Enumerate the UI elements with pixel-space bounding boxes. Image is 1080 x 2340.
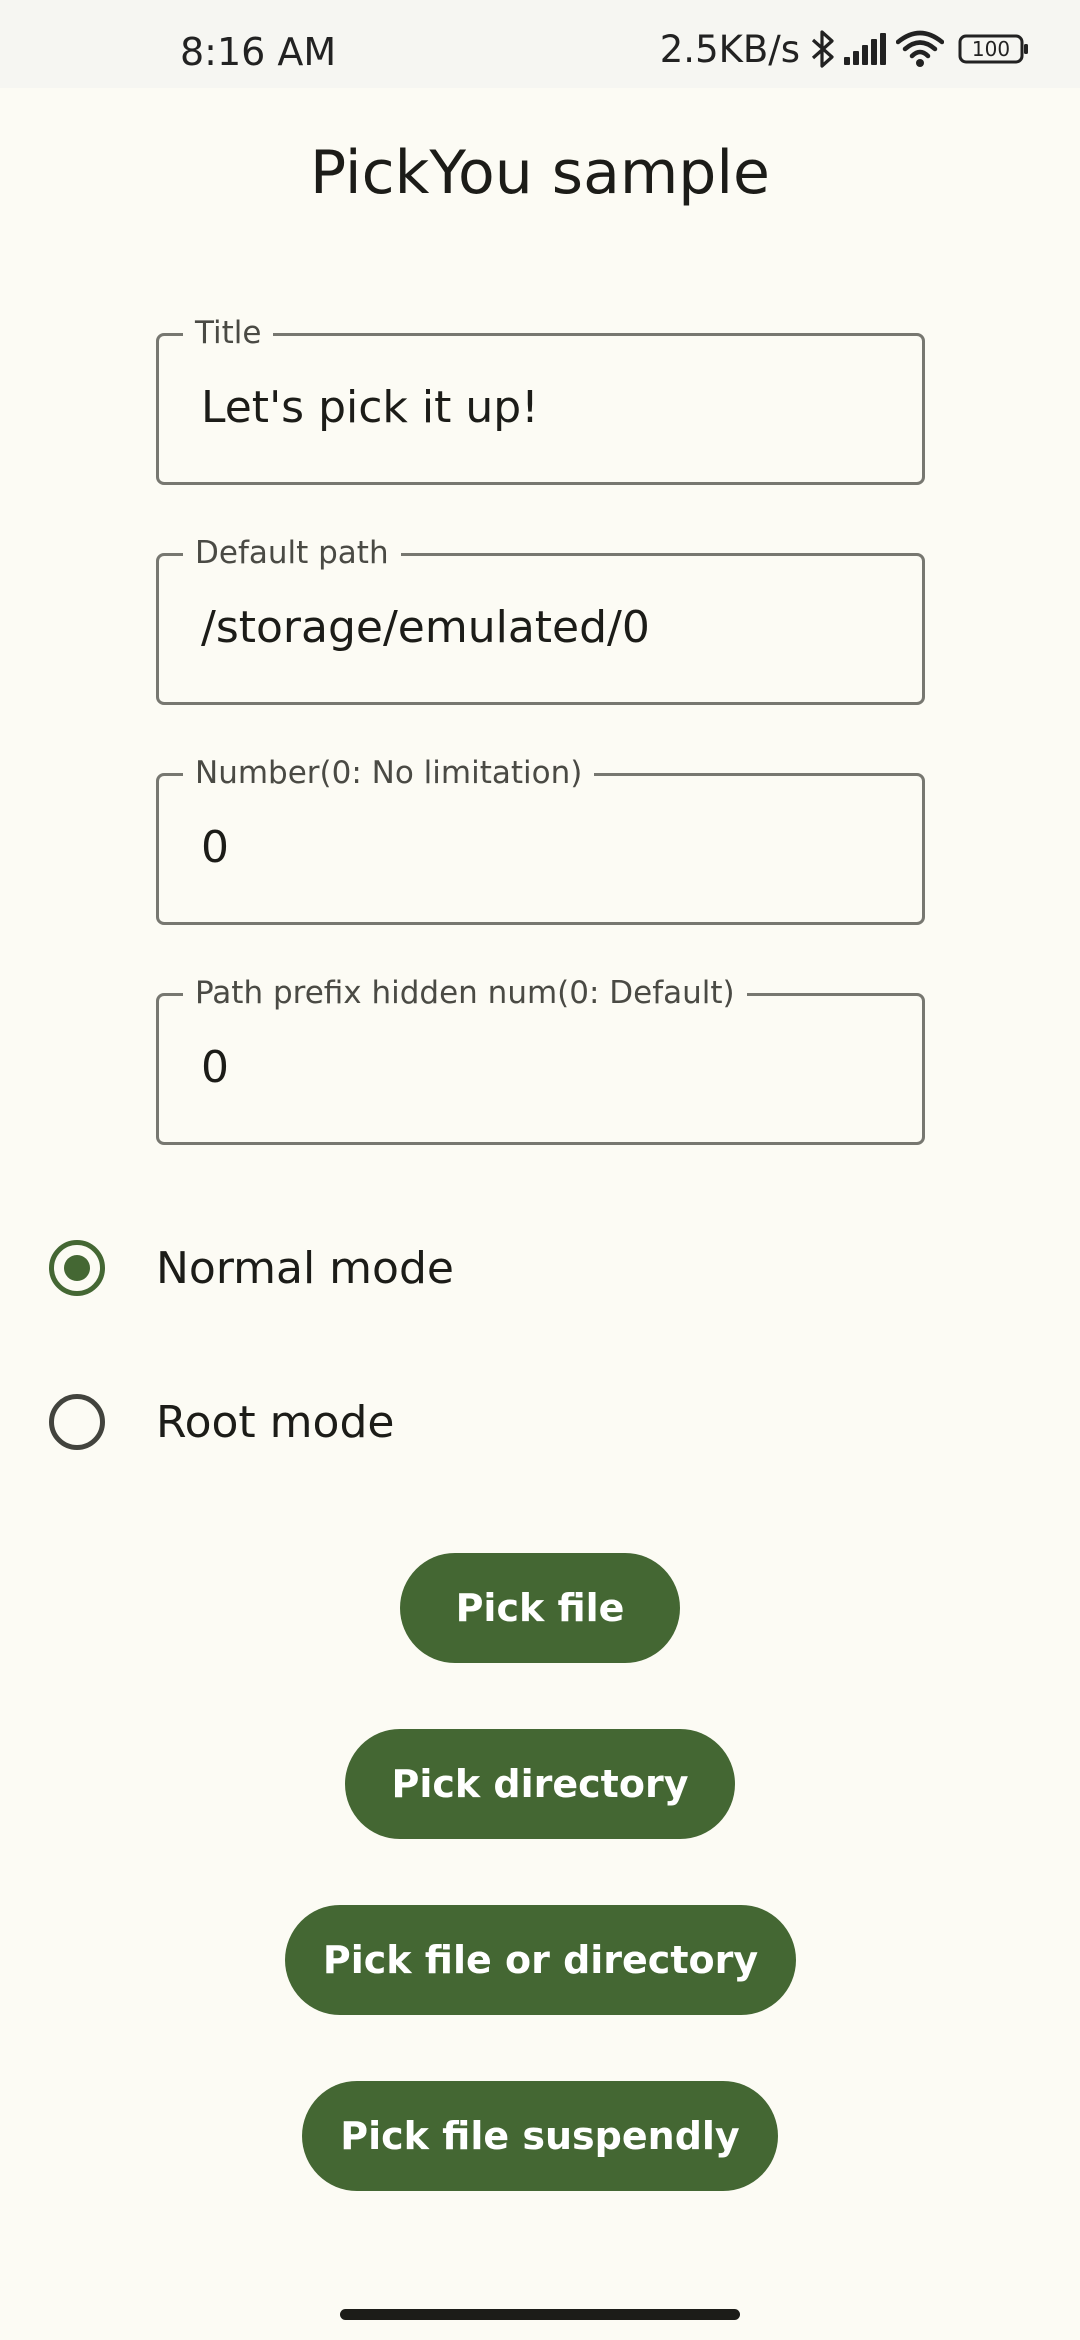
root-mode-radio[interactable]: [49, 1394, 105, 1450]
status-bar: 8:16 AM 2.5KB/s 100: [0, 0, 1080, 88]
page-title: PickYou sample: [310, 138, 770, 208]
normal-mode-option[interactable]: Normal mode: [0, 1213, 1080, 1323]
root-mode-label: Root mode: [156, 1396, 395, 1448]
number-field[interactable]: Number(0: No limitation) 0: [156, 752, 925, 925]
title-field-label: Title: [183, 312, 274, 354]
battery-icon: 100: [958, 33, 1030, 65]
navigation-handle[interactable]: [340, 2309, 740, 2320]
default-path-field[interactable]: Default path /storage/emulated/0: [156, 532, 925, 705]
wifi-icon: [896, 30, 944, 68]
title-field[interactable]: Title Let's pick it up!: [156, 312, 925, 485]
root-mode-option[interactable]: Root mode: [0, 1367, 1080, 1477]
network-speed: 2.5KB/s: [659, 27, 800, 71]
number-field-value[interactable]: 0: [201, 822, 229, 873]
pick-file-suspendly-button[interactable]: Pick file suspendly: [302, 2081, 778, 2191]
status-icons: 2.5KB/s 100: [659, 27, 1030, 71]
prefix-hidden-field-value[interactable]: 0: [201, 1042, 229, 1093]
number-field-label: Number(0: No limitation): [183, 752, 595, 794]
battery-level: 100: [971, 37, 1011, 61]
normal-mode-label: Normal mode: [156, 1242, 454, 1294]
default-path-field-value[interactable]: /storage/emulated/0: [201, 602, 650, 653]
title-field-value[interactable]: Let's pick it up!: [201, 382, 539, 433]
signal-icon: [842, 31, 890, 67]
pick-file-button[interactable]: Pick file: [400, 1553, 680, 1663]
prefix-hidden-field-label: Path prefix hidden num(0: Default): [183, 972, 747, 1014]
normal-mode-radio[interactable]: [49, 1240, 105, 1296]
bluetooth-icon: [810, 29, 836, 69]
radio-selected-dot: [64, 1255, 90, 1281]
status-time: 8:16 AM: [180, 30, 337, 74]
pick-file-or-directory-button[interactable]: Pick file or directory: [285, 1905, 796, 2015]
prefix-hidden-field[interactable]: Path prefix hidden num(0: Default) 0: [156, 972, 925, 1145]
pick-directory-button[interactable]: Pick directory: [345, 1729, 735, 1839]
screen: 8:16 AM 2.5KB/s 100 PickYou sample Title…: [0, 0, 1080, 2340]
default-path-field-label: Default path: [183, 532, 401, 574]
